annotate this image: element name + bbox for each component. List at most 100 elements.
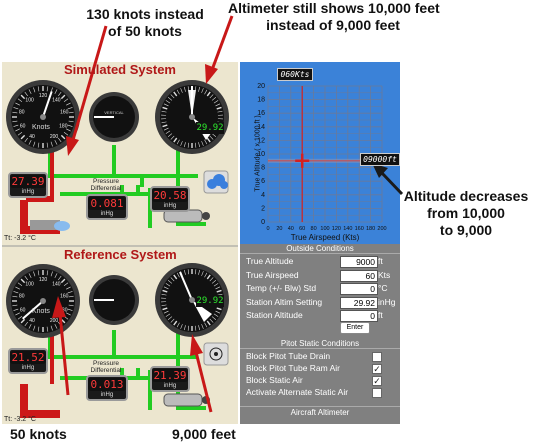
pressure-label-line: Pressure — [92, 360, 119, 367]
lcd-unit: inHg — [100, 211, 114, 217]
airspeed-readout: 060Kts — [277, 68, 313, 81]
x-tick-label: 20 — [276, 226, 282, 232]
condition-input[interactable]: 60 — [340, 269, 378, 282]
airspeed-tick-label: 40 — [29, 318, 35, 324]
callout-reference-altitude: 9,000 feet — [172, 426, 236, 442]
callout-line: of 50 knots — [108, 23, 182, 39]
chart-y-axis-label: True Altitude ( x 1000 ft ) — [254, 115, 262, 192]
x-tick-label: 60 — [299, 226, 305, 232]
pitot-tube — [30, 220, 70, 231]
callout-line: 130 knots instead — [86, 6, 204, 22]
lcd-unit: inHg — [21, 365, 35, 371]
y-tick-label: 8 — [261, 165, 265, 172]
airspeed-tick-label: 60 — [20, 307, 26, 313]
airspeed-tick-label: 120 — [39, 93, 48, 99]
aircraft-altimeter-footer: Aircraft Altimeter — [240, 406, 400, 417]
lcd-unit: inHg — [163, 383, 177, 389]
simulated-airspeed-unit: Knots — [32, 124, 50, 131]
simulated-system-title: Simulated System — [64, 62, 176, 77]
airspeed-tick-label: 200 — [50, 318, 59, 324]
x-tick-label: 120 — [332, 226, 341, 232]
callout-line: instead of 9,000 feet — [266, 17, 400, 33]
pitot-condition-label: Block Pitot Tube Ram Air — [246, 363, 341, 373]
airspeed-tick-label: 180 — [59, 123, 68, 129]
condition-input[interactable]: 0 — [340, 283, 378, 295]
x-tick-label: 0 — [266, 226, 269, 232]
simulated-static-lcd: 27.39 inHg — [8, 172, 48, 198]
condition-label: Station Altitude — [246, 310, 303, 320]
condition-unit: inHg — [378, 296, 396, 307]
chart-x-axis-label: True Airspeed (Kts) — [290, 233, 360, 242]
condition-input[interactable]: 9000 — [340, 256, 378, 268]
reference-differential-value: 0.013 — [88, 378, 126, 391]
y-tick-label: 20 — [257, 83, 265, 90]
svg-text:VERTICAL: VERTICAL — [104, 110, 124, 115]
condition-input[interactable]: 0 — [340, 310, 378, 322]
pitot-condition-checkbox[interactable]: ✓ — [372, 376, 382, 386]
simulated-static-value: 27.39 — [10, 175, 46, 188]
callout-altimeter-error: Altimeter still shows 10,000 feet instea… — [228, 0, 440, 34]
simulated-vsi-gauge: VERTICAL — [89, 92, 139, 142]
airspeed-tick-label: 120 — [39, 277, 48, 283]
callout-line: Altimeter still shows 10,000 feet — [228, 0, 440, 16]
simulated-kollsman-window: 29.92 — [196, 122, 224, 134]
condition-label: True Altitude — [246, 256, 294, 266]
pitot-condition-checkbox[interactable]: ✓ — [372, 364, 382, 374]
callout-line: to 9,000 — [439, 222, 493, 238]
y-tick-label: 6 — [261, 178, 265, 185]
x-tick-label: 140 — [343, 226, 352, 232]
x-tick-label: 160 — [355, 226, 364, 232]
reference-pitot-lcd: 21.39 inHg — [150, 366, 190, 392]
airspeed-tick-label: 200 — [50, 134, 59, 140]
airspeed-tick-label: 40 — [29, 134, 35, 140]
x-tick-label: 80 — [311, 226, 317, 232]
pitot-condition-label: Block Static Air — [246, 375, 303, 385]
airspeed-tick-label: 140 — [52, 98, 61, 104]
pressure-label-line: Pressure — [92, 178, 119, 185]
y-tick-label: 4 — [261, 192, 265, 199]
reference-system-title: Reference System — [64, 247, 177, 262]
reference-pressure-label: Pressure Differential — [88, 360, 124, 374]
simulated-pitot-lcd: 20.58 inHg — [150, 186, 190, 212]
condition-label: Station Altim Setting — [246, 296, 323, 307]
y-tick-label: 2 — [261, 205, 265, 212]
condition-unit: ft — [378, 310, 383, 320]
reference-static-value: 21.52 — [10, 351, 46, 364]
reference-airspeed-unit: Knots — [32, 308, 50, 315]
simulated-pressure-label: Pressure Differential — [88, 178, 124, 192]
simulated-altimeter — [155, 80, 229, 154]
airspeed-tick-label: 100 — [25, 282, 34, 288]
altitude-readout: 09000ft — [360, 153, 400, 166]
pressure-label-line: Differential — [90, 185, 122, 192]
x-tick-label: 200 — [377, 226, 386, 232]
enter-button[interactable]: Enter — [340, 322, 370, 334]
pitot-condition-checkbox[interactable] — [372, 388, 382, 398]
reference-vsi-gauge — [89, 275, 139, 325]
simulated-differential-value: 0.081 — [88, 197, 126, 210]
reference-static-lcd: 21.52 inHg — [8, 348, 48, 374]
pitot-condition-label: Block Pitot Tube Drain — [246, 351, 331, 361]
reference-temperature: Tt: -3.2 °C — [4, 416, 36, 423]
condition-label: True Airspeed — [246, 269, 299, 280]
reference-differential-lcd: 0.013 inHg — [86, 375, 128, 401]
callout-line: from 10,000 — [427, 205, 505, 221]
airspeed-tick-label: 60 — [20, 123, 26, 129]
pitot-condition-label: Activate Alternate Static Air — [246, 387, 349, 397]
y-tick-label: 0 — [261, 219, 265, 226]
airspeed-tick-label: 80 — [19, 109, 25, 115]
airspeed-tick-label: 80 — [19, 293, 25, 299]
reference-kollsman-window: 29.92 — [196, 295, 224, 307]
condition-input[interactable]: 29.92 — [340, 296, 378, 309]
target-icon — [203, 342, 229, 366]
airspeed-tick-label: 160 — [60, 109, 69, 115]
reference-pitot-value: 21.39 — [152, 369, 188, 382]
pitot-condition-checkbox[interactable] — [372, 352, 382, 362]
callout-altitude-change: Altitude decreases from 10,000 to 9,000 — [400, 188, 532, 239]
lcd-unit: inHg — [21, 189, 35, 195]
pressure-label-line: Differential — [90, 367, 122, 374]
reference-airspeed-indicator: 406080100120140160180200 — [6, 264, 80, 338]
lcd-unit: inHg — [163, 203, 177, 209]
airspeed-tick-label: 140 — [52, 282, 61, 288]
x-tick-label: 40 — [288, 226, 294, 232]
callout-reference-airspeed: 50 knots — [10, 426, 67, 442]
